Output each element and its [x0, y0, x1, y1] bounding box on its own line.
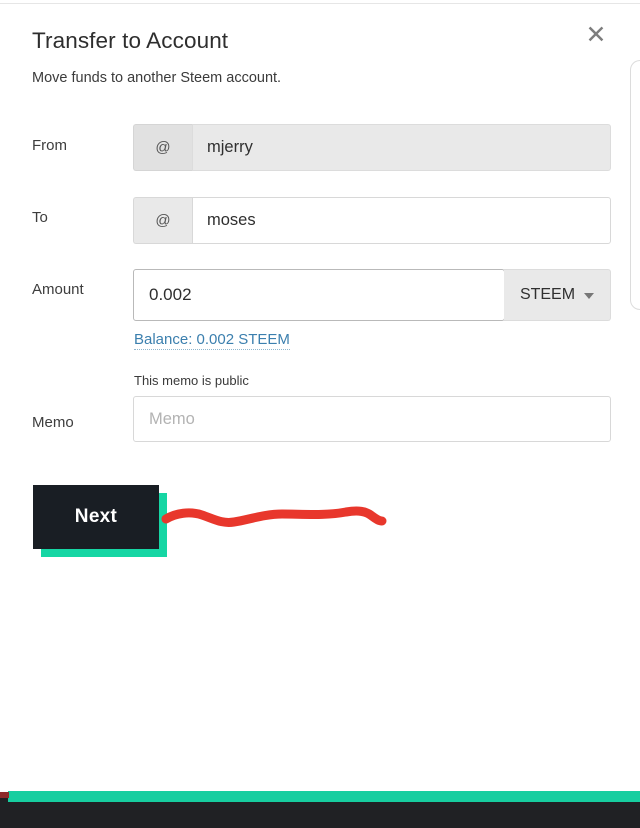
from-input: mjerry — [192, 124, 611, 171]
memo-field-group: Memo — [133, 396, 611, 442]
amount-input[interactable]: 0.002 — [133, 269, 505, 321]
memo-input[interactable]: Memo — [133, 396, 611, 442]
page-title: Transfer to Account — [32, 28, 229, 53]
next-button-wrap: Next — [33, 485, 167, 557]
footer-accent-bar — [8, 791, 640, 802]
from-field-group: @ mjerry — [133, 124, 611, 171]
footer-red-marker — [0, 792, 9, 798]
memo-label: Memo — [32, 414, 74, 431]
to-input[interactable]: moses — [192, 197, 611, 244]
amount-label: Amount — [32, 281, 84, 298]
amount-field-group: 0.002 STEEM — [133, 269, 611, 321]
dialog-subtitle: Move funds to another Steem account. — [32, 70, 282, 86]
next-button[interactable]: Next — [33, 485, 159, 549]
at-symbol-icon: @ — [133, 124, 192, 171]
asset-select-value: STEEM — [519, 286, 576, 303]
to-field-group: @ moses — [133, 197, 611, 244]
top-divider — [0, 3, 640, 4]
red-squiggle-annotation — [161, 506, 387, 527]
balance-link[interactable]: Balance: 0.002 STEEM — [134, 331, 290, 350]
close-icon[interactable]: ✕ — [583, 22, 609, 48]
from-label: From — [32, 137, 67, 154]
asset-select[interactable]: STEEM — [504, 269, 611, 321]
chevron-down-icon — [584, 293, 595, 299]
at-symbol-icon: @ — [133, 197, 192, 244]
memo-public-note: This memo is public — [134, 373, 249, 388]
app-screen: ✕ Transfer to Account Move funds to anot… — [0, 0, 640, 828]
to-label: To — [32, 209, 48, 226]
background-card-edge — [630, 60, 640, 310]
